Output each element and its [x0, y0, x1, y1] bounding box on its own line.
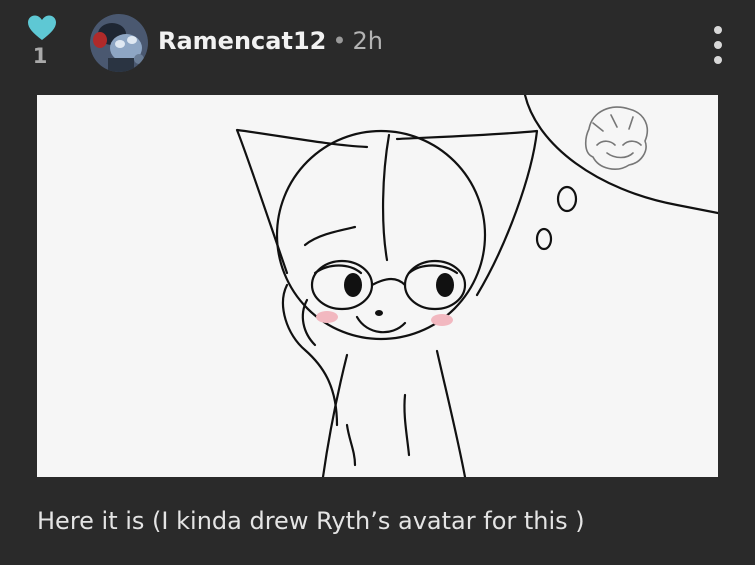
drawing-illustration: [37, 95, 718, 477]
heart-icon[interactable]: [27, 14, 57, 42]
username-link[interactable]: Ramencat12: [158, 27, 326, 55]
avatar[interactable]: [90, 14, 148, 72]
like-count: 1: [32, 44, 48, 68]
post-caption: Here it is (I kinda drew Ryth’s avatar f…: [37, 507, 585, 535]
post-header: Ramencat12 • 2h: [158, 27, 383, 55]
post-timestamp: 2h: [352, 27, 383, 55]
menu-dot: [714, 26, 722, 34]
separator-dot: •: [332, 27, 347, 55]
post-image[interactable]: [37, 95, 718, 477]
like-section: 1: [20, 14, 64, 68]
menu-dot: [714, 41, 722, 49]
menu-dot: [714, 56, 722, 64]
more-vertical-icon[interactable]: [706, 26, 730, 64]
avatar-image: [90, 14, 148, 72]
